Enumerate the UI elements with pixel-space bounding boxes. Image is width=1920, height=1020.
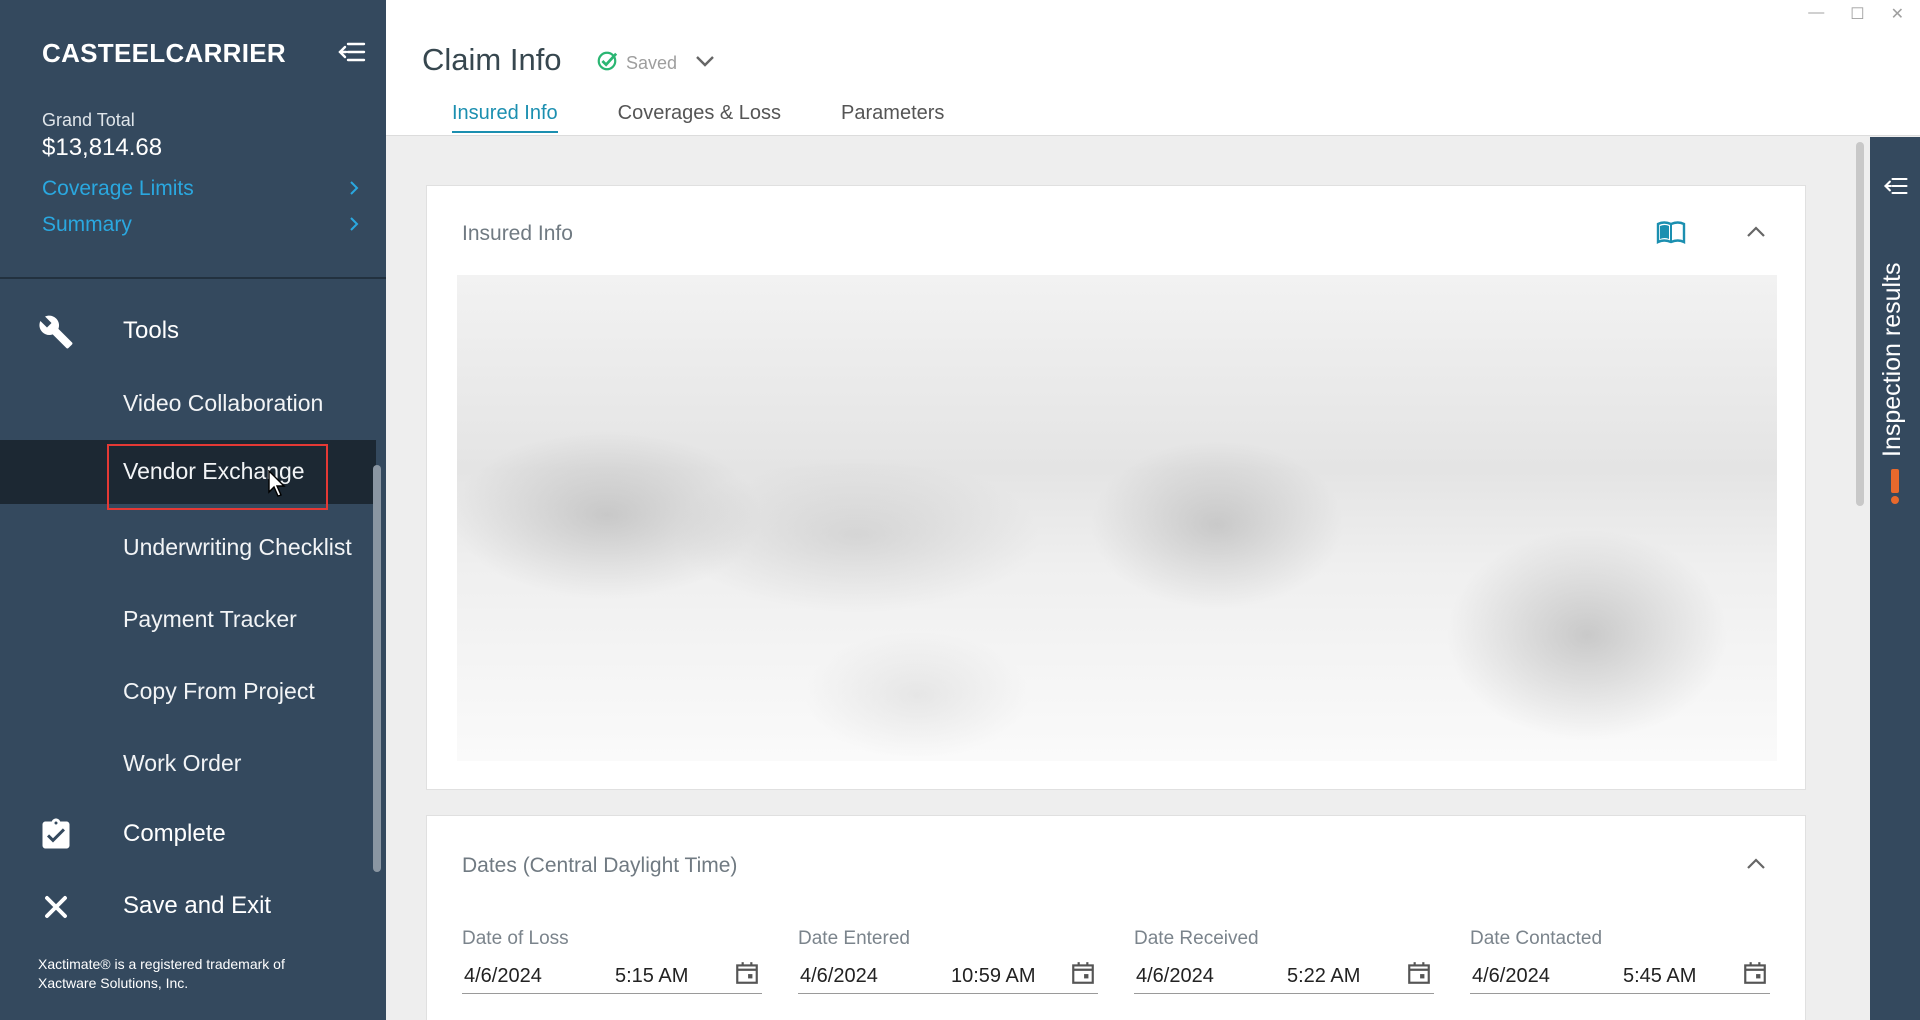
calendar-icon[interactable]	[1406, 960, 1432, 986]
chevron-up-icon[interactable]	[1744, 224, 1768, 240]
date-of-loss-field: Date of Loss 4/6/2024 5:15 AM	[462, 928, 762, 994]
grand-total-label: Grand Total	[42, 110, 135, 130]
save-and-exit-label: Save and Exit	[123, 892, 272, 919]
sidebar-divider	[0, 277, 386, 279]
chevron-right-icon	[348, 179, 360, 203]
chevron-right-icon	[348, 215, 360, 239]
date-contacted-field: Date Contacted 4/6/2024 5:45 AM	[1470, 928, 1770, 994]
date-entered-label: Date Entered	[798, 928, 910, 949]
chevron-down-icon[interactable]	[694, 52, 716, 70]
grand-total-value: $13,814.68	[42, 134, 163, 161]
nav-item-label: Video Collaboration	[123, 390, 324, 416]
chevron-up-icon[interactable]	[1744, 856, 1768, 872]
nav-item-video-collaboration[interactable]: Video Collaboration	[0, 372, 376, 436]
coverage-limits-label: Coverage Limits	[42, 177, 194, 200]
coverage-limits-link[interactable]: Coverage Limits	[42, 177, 360, 201]
minimize-icon[interactable]: —	[1808, 4, 1824, 24]
nav-item-label: Copy From Project	[123, 678, 315, 704]
time-value[interactable]: 5:15 AM	[615, 965, 688, 988]
date-of-loss-input[interactable]: 4/6/2024 5:15 AM	[462, 960, 762, 994]
sidebar-scrollbar[interactable]	[373, 465, 381, 872]
dates-card: Dates (Central Daylight Time) Date of Lo…	[426, 815, 1806, 1020]
date-value[interactable]: 4/6/2024	[1136, 965, 1214, 988]
page-title: Claim Info	[422, 42, 562, 77]
tools-label: Tools	[123, 317, 180, 344]
calendar-icon[interactable]	[1070, 960, 1096, 986]
time-value[interactable]: 10:59 AM	[951, 965, 1036, 988]
date-value[interactable]: 4/6/2024	[464, 965, 542, 988]
insured-info-card: Insured Info	[426, 185, 1806, 790]
saved-status: Saved	[596, 50, 677, 77]
nav-item-label: Underwriting Checklist	[123, 534, 352, 560]
maximize-icon[interactable]: ☐	[1850, 4, 1864, 24]
panel-expand-icon[interactable]	[1882, 173, 1910, 199]
time-value[interactable]: 5:22 AM	[1287, 965, 1360, 988]
calendar-icon[interactable]	[734, 960, 760, 986]
book-icon[interactable]	[1656, 220, 1686, 246]
window-controls: — ☐ ✕	[1808, 4, 1904, 24]
summary-link[interactable]: Summary	[42, 213, 360, 237]
save-and-exit-menu[interactable]: Save and Exit	[0, 877, 386, 937]
complete-menu[interactable]: Complete	[0, 805, 386, 865]
sidebar: CASTEELCARRIER Grand Total $13,814.68 Co…	[0, 0, 386, 1020]
window-close-icon[interactable]: ✕	[1891, 4, 1904, 24]
tab-coverages-loss[interactable]: Coverages & Loss	[618, 102, 781, 133]
nav-item-underwriting-checklist[interactable]: Underwriting Checklist	[0, 516, 376, 580]
date-received-label: Date Received	[1134, 928, 1259, 949]
redacted-insured-details	[457, 275, 1777, 761]
main-scrollbar[interactable]	[1856, 142, 1864, 506]
complete-label: Complete	[123, 820, 226, 847]
nav-item-vendor-exchange[interactable]: Vendor Exchange	[0, 440, 376, 504]
nav-item-copy-from-project[interactable]: Copy From Project	[0, 660, 376, 724]
tab-parameters[interactable]: Parameters	[841, 102, 944, 133]
mouse-cursor-icon	[268, 469, 286, 503]
trademark-line-2: Xactware Solutions, Inc.	[38, 975, 189, 991]
tools-menu[interactable]: Tools	[0, 302, 386, 362]
date-received-input[interactable]: 4/6/2024 5:22 AM	[1134, 960, 1434, 994]
clipboard-check-icon	[38, 817, 74, 853]
main-content: Insured Info Dates (Central Daylight Tim…	[386, 137, 1870, 1020]
exclamation-icon	[1889, 469, 1901, 505]
check-circle-icon	[596, 50, 618, 77]
inspection-results-label: Inspection results	[1878, 262, 1906, 457]
summary-label: Summary	[42, 213, 132, 236]
nav-item-label: Work Order	[123, 750, 242, 776]
close-icon	[38, 889, 74, 925]
trademark-notice: Xactimate® is a registered trademark of …	[38, 955, 378, 993]
time-value[interactable]: 5:45 AM	[1623, 965, 1696, 988]
header-bar: — ☐ ✕ Claim Info Saved Insured Info Cove…	[386, 0, 1920, 136]
date-entered-input[interactable]: 4/6/2024 10:59 AM	[798, 960, 1098, 994]
date-contacted-input[interactable]: 4/6/2024 5:45 AM	[1470, 960, 1770, 994]
date-value[interactable]: 4/6/2024	[1472, 965, 1550, 988]
date-received-field: Date Received 4/6/2024 5:22 AM	[1134, 928, 1434, 994]
nav-item-work-order[interactable]: Work Order	[0, 732, 376, 796]
tab-insured-info[interactable]: Insured Info	[452, 102, 558, 133]
date-value[interactable]: 4/6/2024	[800, 965, 878, 988]
wrench-icon	[38, 314, 74, 350]
date-contacted-label: Date Contacted	[1470, 928, 1603, 949]
nav-item-payment-tracker[interactable]: Payment Tracker	[0, 588, 376, 652]
saved-label: Saved	[626, 53, 678, 73]
trademark-line-1: Xactimate® is a registered trademark of	[38, 956, 285, 972]
nav-item-label: Payment Tracker	[123, 606, 297, 632]
sidebar-collapse-icon[interactable]	[336, 38, 368, 66]
date-entered-field: Date Entered 4/6/2024 10:59 AM	[798, 928, 1098, 994]
brand-name: CASTEELCARRIER	[42, 38, 286, 68]
dates-title: Dates (Central Daylight Time)	[462, 854, 738, 877]
date-of-loss-label: Date of Loss	[462, 928, 569, 949]
inspection-results-panel[interactable]: Inspection results	[1870, 137, 1920, 1020]
tab-bar: Insured Info Coverages & Loss Parameters	[452, 102, 944, 133]
insured-info-title: Insured Info	[462, 222, 573, 245]
calendar-icon[interactable]	[1742, 960, 1768, 986]
